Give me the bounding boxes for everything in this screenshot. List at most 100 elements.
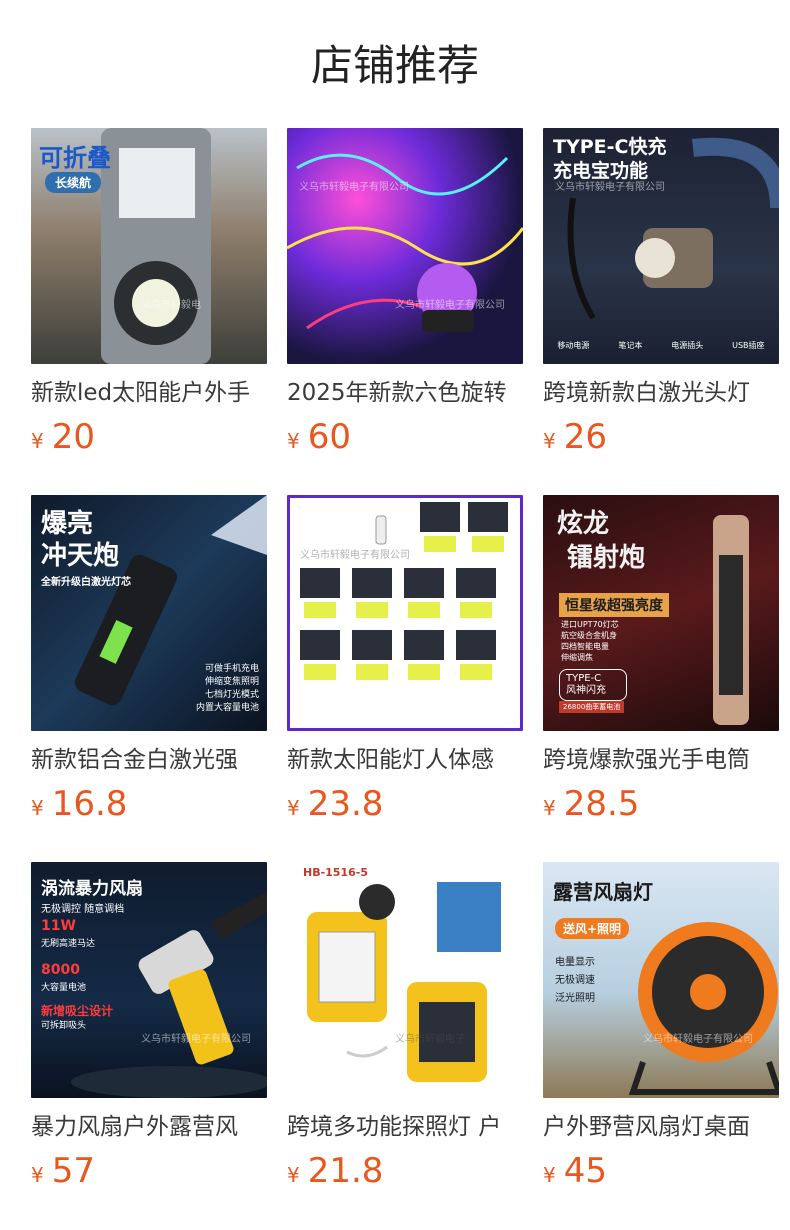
typec-badge: TYPE-C 风神闪充 bbox=[559, 669, 627, 701]
currency-symbol: ¥ bbox=[287, 1163, 300, 1187]
image-headline: 涡流暴力风扇 bbox=[41, 879, 143, 899]
feature-item: 无极调速 bbox=[555, 975, 595, 986]
watermark: 义乌市轩毅电子有限公司 bbox=[555, 182, 665, 193]
image-badge: 恒星级超强亮度 bbox=[559, 593, 669, 617]
product-image[interactable]: HB-1516-5 义乌市轩毅电子 bbox=[287, 862, 523, 1098]
product-title[interactable]: 暴力风扇户外露营风 bbox=[31, 1112, 267, 1142]
watermark: 义乌市轩毅电子有限公司 bbox=[395, 300, 505, 311]
price-value: 26 bbox=[563, 417, 607, 457]
product-image[interactable]: 可折叠 长续航 义乌市轩毅电 bbox=[31, 128, 267, 364]
feature-list: 可做手机充电 伸缩变焦照明 七档灯光模式 内置大容量电池 bbox=[196, 663, 259, 715]
price-value: 16.8 bbox=[51, 784, 128, 824]
image-headline: 露营风扇灯 bbox=[553, 880, 653, 904]
solar-lights-graphic bbox=[300, 502, 508, 680]
product-image[interactable]: 露营风扇灯 送风+照明 电量显示 无极调速 泛光照明 义乌市轩毅电子有限公司 bbox=[543, 862, 779, 1098]
currency-symbol: ¥ bbox=[543, 1163, 556, 1187]
product-image[interactable]: 涡流暴力风扇 无极调控 随意调档 11W 无刷高速马达 8000 大容量电池 新… bbox=[31, 862, 267, 1098]
price-value: 20 bbox=[51, 417, 95, 457]
power-spec: 11W bbox=[41, 918, 76, 934]
image-headline: 炫龙 bbox=[557, 509, 610, 539]
product-card[interactable]: 义乌市轩毅电子有限公司 新款太阳能灯人体感 ¥23.8 bbox=[287, 495, 523, 823]
usb-label: USB插座 bbox=[732, 341, 765, 350]
product-price: ¥28.5 bbox=[543, 785, 779, 823]
product-title[interactable]: 跨境新款白激光头灯 bbox=[543, 378, 779, 408]
price-value: 60 bbox=[307, 417, 351, 457]
product-price: ¥57 bbox=[31, 1152, 267, 1190]
product-image[interactable]: 爆亮 冲天炮 全新升级白激光灯芯 可做手机充电 伸缩变焦照明 七档灯光模式 内置… bbox=[31, 495, 267, 731]
price-value: 45 bbox=[563, 1151, 607, 1191]
image-badge: 送风+照明 bbox=[555, 918, 630, 939]
product-card[interactable]: 爆亮 冲天炮 全新升级白激光灯芯 可做手机充电 伸缩变焦照明 七档灯光模式 内置… bbox=[31, 495, 267, 823]
product-title[interactable]: 户外野营风扇灯桌面 bbox=[543, 1112, 779, 1142]
product-price: ¥20 bbox=[31, 418, 267, 456]
battery-label: 大容量电池 bbox=[41, 983, 87, 993]
feature-item: 可做手机充电 bbox=[204, 664, 259, 674]
watermark: 义乌市轩毅电子有限公司 bbox=[300, 550, 410, 561]
image-subheadline: 镭射炮 bbox=[567, 543, 646, 573]
product-image[interactable]: 义乌市轩毅电子有限公司 义乌市轩毅电子有限公司 bbox=[287, 128, 523, 364]
price-value: 21.8 bbox=[307, 1151, 384, 1191]
product-title[interactable]: 跨境多功能探照灯 户 bbox=[287, 1112, 523, 1142]
product-price: ¥16.8 bbox=[31, 785, 267, 823]
plug-label: 电源插头 bbox=[671, 341, 704, 350]
feature-item: 泛光照明 bbox=[555, 993, 595, 1004]
product-grid: 可折叠 长续航 义乌市轩毅电 新款led太阳能户外手 ¥20 义乌市轩毅电子有限… bbox=[31, 128, 790, 1228]
power-bank-label: 移动电源 bbox=[557, 341, 590, 350]
product-price: ¥45 bbox=[543, 1152, 779, 1190]
product-card[interactable]: 炫龙 镭射炮 恒星级超强亮度 进口UPT70灯芯 航空级合金机身 四档智能电量 … bbox=[543, 495, 779, 823]
badge-line: TYPE-C bbox=[566, 673, 602, 684]
feature-item: 四档智能电量 bbox=[561, 642, 609, 651]
product-title[interactable]: 跨境爆款强光手电筒 bbox=[543, 745, 779, 775]
product-title[interactable]: 新款太阳能灯人体感 bbox=[287, 745, 523, 775]
feature-headline: 新增吸尘设计 bbox=[41, 1004, 114, 1018]
product-price: ¥26 bbox=[543, 418, 779, 456]
battery-spec: 8000 bbox=[41, 962, 80, 978]
feature-icon-row: 移动电源 笔记本 电源插头 USB插座 bbox=[543, 340, 779, 351]
product-card[interactable]: 露营风扇灯 送风+照明 电量显示 无极调速 泛光照明 义乌市轩毅电子有限公司 户… bbox=[543, 862, 779, 1190]
watermark: 义乌市轩毅电子有限公司 bbox=[141, 1034, 251, 1045]
badge-line: 风神闪充 bbox=[566, 685, 606, 696]
currency-symbol: ¥ bbox=[287, 796, 300, 820]
currency-symbol: ¥ bbox=[31, 796, 44, 820]
price-value: 57 bbox=[51, 1151, 95, 1191]
product-card[interactable]: 义乌市轩毅电子有限公司 义乌市轩毅电子有限公司 2025年新款六色旋转 ¥60 bbox=[287, 128, 523, 456]
page-title: 店铺推荐 bbox=[310, 41, 479, 90]
disco-light-graphic bbox=[287, 153, 523, 332]
product-price: ¥23.8 bbox=[287, 785, 523, 823]
product-card[interactable]: 涡流暴力风扇 无极调控 随意调档 11W 无刷高速马达 8000 大容量电池 新… bbox=[31, 862, 267, 1190]
product-card[interactable]: TYPE-C快充 充电宝功能 义乌市轩毅电子有限公司 移动电源 笔记本 电源插头… bbox=[543, 128, 779, 456]
feature-list: 进口UPT70灯芯 航空级合金机身 四档智能电量 伸缩调焦 bbox=[561, 619, 619, 663]
product-card[interactable]: HB-1516-5 义乌市轩毅电子 跨境多功能探照灯 户 ¥21.8 bbox=[287, 862, 523, 1190]
feature-item: 伸缩调焦 bbox=[561, 653, 593, 662]
image-subheadline: 冲天炮 bbox=[41, 541, 120, 571]
product-card[interactable]: 可折叠 长续航 义乌市轩毅电 新款led太阳能户外手 ¥20 bbox=[31, 128, 267, 456]
feature-item: 进口UPT70灯芯 bbox=[561, 620, 619, 629]
work-light-graphic bbox=[307, 882, 501, 1082]
product-image[interactable]: 义乌市轩毅电子有限公司 bbox=[287, 495, 523, 731]
battery-badge: 26800曲率蓄电池 bbox=[559, 701, 625, 713]
watermark: 义乌市轩毅电 bbox=[141, 300, 201, 311]
image-badge: 长续航 bbox=[45, 172, 102, 193]
image-tagline: 全新升级白激光灯芯 bbox=[41, 577, 131, 588]
model-label: HB-1516-5 bbox=[303, 866, 368, 879]
feature-label: 可拆卸吸头 bbox=[41, 1021, 87, 1031]
watermark: 义乌市轩毅电子 bbox=[395, 1034, 465, 1045]
price-value: 28.5 bbox=[563, 784, 640, 824]
currency-symbol: ¥ bbox=[31, 429, 44, 453]
feature-list: 电量显示 无极调速 泛光照明 bbox=[555, 954, 595, 1008]
currency-symbol: ¥ bbox=[543, 429, 556, 453]
product-title[interactable]: 2025年新款六色旋转 bbox=[287, 378, 523, 408]
laptop-label: 笔记本 bbox=[618, 341, 643, 350]
product-image[interactable]: TYPE-C快充 充电宝功能 义乌市轩毅电子有限公司 移动电源 笔记本 电源插头… bbox=[543, 128, 779, 364]
product-price: ¥60 bbox=[287, 418, 523, 456]
feature-item: 伸缩变焦照明 bbox=[204, 677, 259, 687]
image-headline: 可折叠 bbox=[39, 144, 111, 172]
currency-symbol: ¥ bbox=[287, 429, 300, 453]
product-title[interactable]: 新款led太阳能户外手 bbox=[31, 378, 267, 408]
product-title[interactable]: 新款铝合金白激光强 bbox=[31, 745, 267, 775]
product-image[interactable]: 炫龙 镭射炮 恒星级超强亮度 进口UPT70灯芯 航空级合金机身 四档智能电量 … bbox=[543, 495, 779, 731]
currency-symbol: ¥ bbox=[543, 796, 556, 820]
watermark: 义乌市轩毅电子有限公司 bbox=[643, 1034, 753, 1045]
product-price: ¥21.8 bbox=[287, 1152, 523, 1190]
image-headline: TYPE-C快充 bbox=[553, 136, 667, 158]
